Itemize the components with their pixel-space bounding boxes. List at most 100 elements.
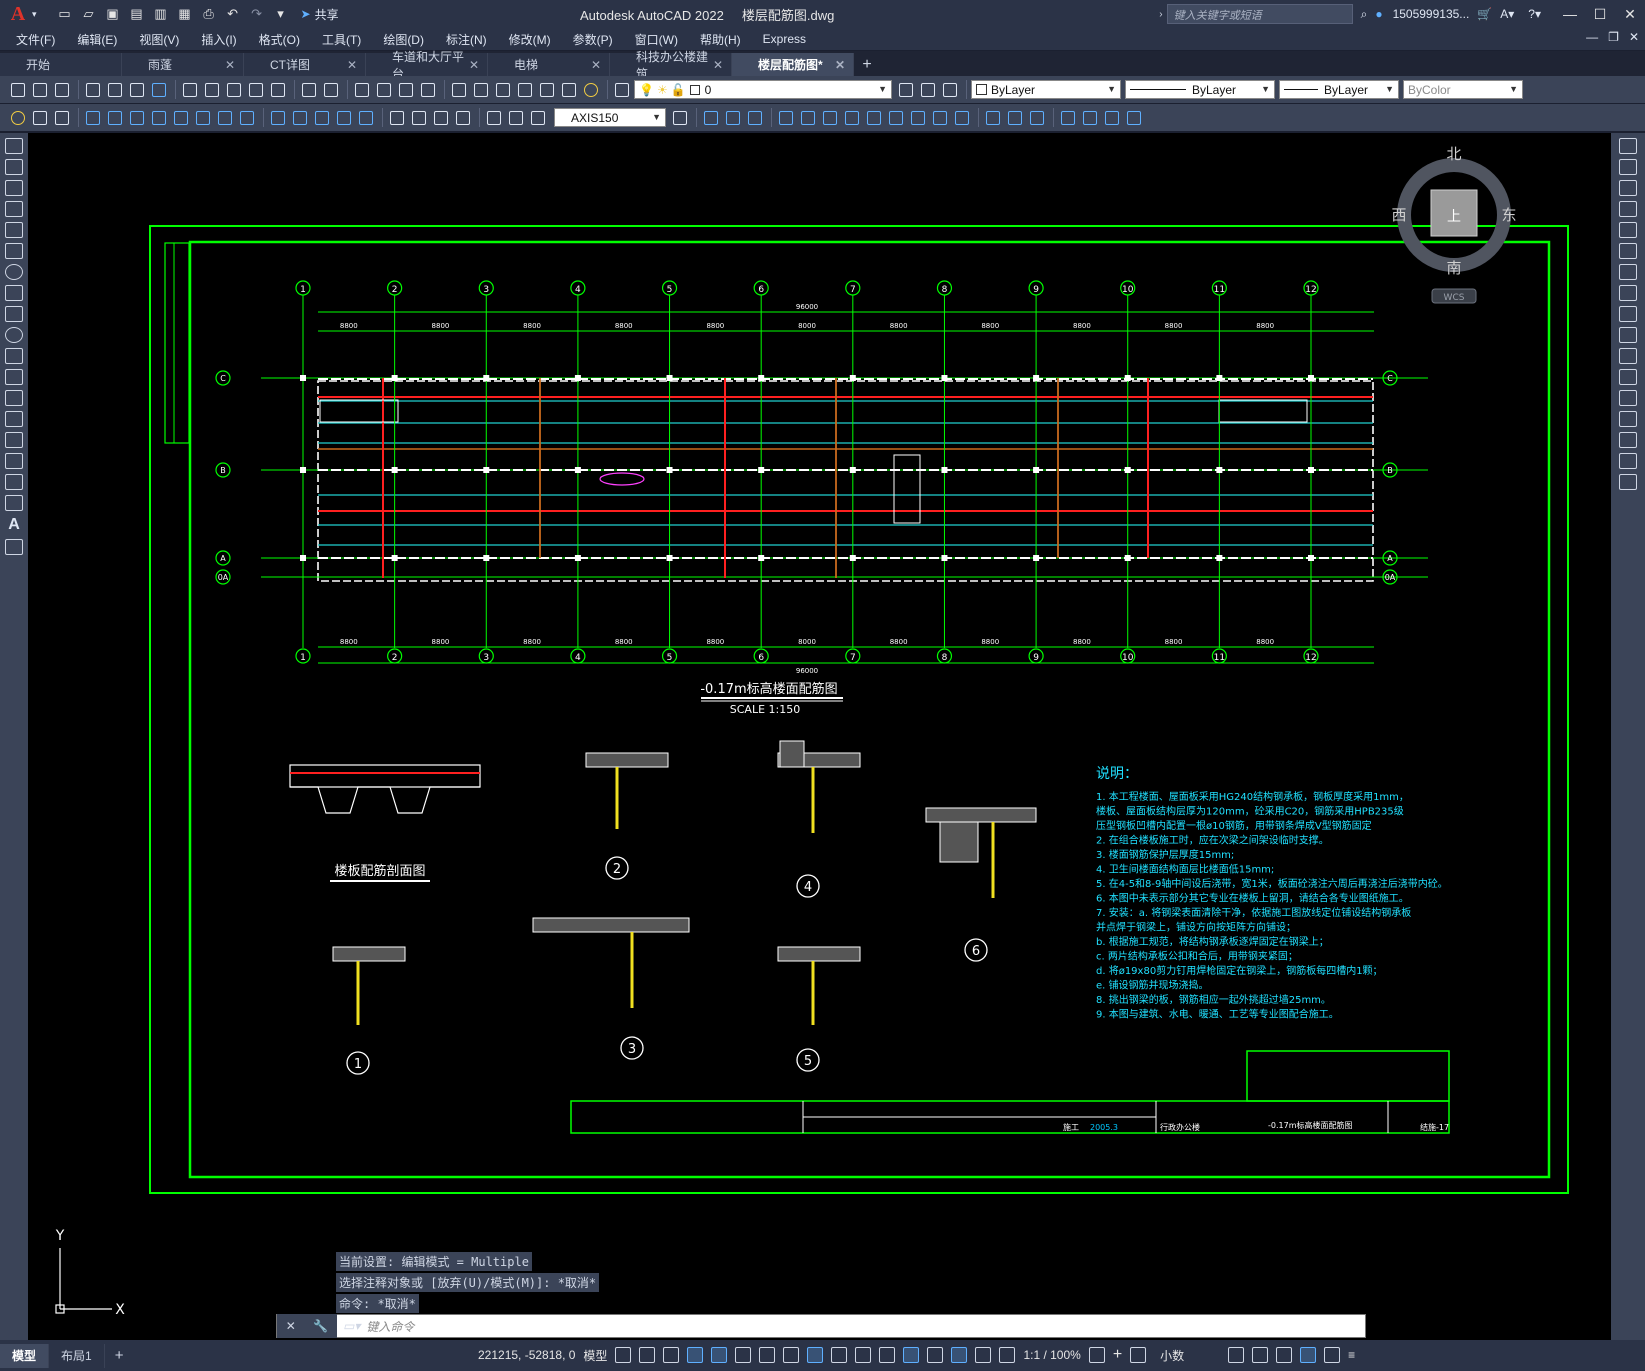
quickcalc-icon[interactable] (559, 80, 578, 99)
model-space-button[interactable]: 模型 (583, 1347, 607, 1364)
help-icon[interactable] (581, 80, 600, 99)
join-icon[interactable] (952, 108, 971, 127)
extend-icon[interactable] (1619, 348, 1637, 364)
add-layout-button[interactable]: + (105, 1347, 134, 1364)
baseline-dim-icon[interactable] (290, 108, 309, 127)
close-tab-icon[interactable]: ✕ (469, 58, 479, 72)
revision-cloud-icon[interactable] (5, 285, 23, 301)
properties-icon[interactable] (449, 80, 468, 99)
user-name[interactable]: 1505999135... (1393, 7, 1470, 21)
make-block-icon[interactable] (5, 390, 23, 406)
cart-icon[interactable]: 🛒 (1477, 7, 1492, 21)
chamfer-icon[interactable] (983, 108, 1002, 127)
layer-previous-icon[interactable] (918, 80, 937, 99)
doc-close-icon[interactable]: ✕ (1629, 30, 1639, 44)
viewcube-north[interactable]: 北 (1446, 145, 1461, 163)
stretch-icon[interactable] (1619, 306, 1637, 322)
new-file-icon[interactable]: ▭ (55, 4, 75, 24)
dimstyle-manager-icon[interactable] (670, 108, 689, 127)
erase-icon[interactable] (1619, 138, 1637, 154)
arc-length-icon[interactable] (127, 108, 146, 127)
units-value[interactable]: 小数 (1160, 1347, 1220, 1364)
array-icon[interactable] (1619, 222, 1637, 238)
circle-icon[interactable] (5, 264, 23, 280)
redo-icon[interactable]: ↷ (247, 4, 267, 24)
ellipse-arc-icon[interactable] (5, 348, 23, 364)
tab-ct-detail[interactable]: CT详图 ✕ (244, 53, 366, 76)
doc-restore-icon[interactable]: ❐ (1608, 30, 1619, 44)
construction-line-icon[interactable] (5, 159, 23, 175)
point-icon[interactable] (1124, 108, 1143, 127)
undo-icon[interactable] (299, 80, 318, 99)
tab-layout1[interactable]: 布局1 (49, 1343, 105, 1368)
array-icon[interactable] (776, 108, 795, 127)
share-button[interactable]: ➤ 共享 (301, 6, 339, 23)
gradient-icon[interactable] (5, 453, 23, 469)
match-properties-icon[interactable] (246, 80, 265, 99)
design-center-icon[interactable] (471, 80, 490, 99)
save-icon[interactable] (52, 80, 71, 99)
tab-model[interactable]: 模型 (0, 1343, 50, 1368)
block-editor-icon[interactable] (268, 80, 287, 99)
close-tab-icon[interactable]: ✕ (835, 58, 845, 72)
radius-dim-icon[interactable] (171, 108, 190, 127)
close-tab-icon[interactable]: ✕ (225, 58, 235, 72)
annotation-scale-value[interactable]: 1:1 / 100% (1023, 1348, 1080, 1362)
autodesk-app-icon[interactable]: A▾ (1500, 7, 1514, 21)
menu-edit[interactable]: 编辑(E) (66, 31, 128, 48)
redo-icon[interactable] (321, 80, 340, 99)
3d-print-icon[interactable] (149, 80, 168, 99)
close-tab-icon[interactable]: ✕ (347, 58, 357, 72)
quick-properties-icon[interactable] (1228, 1347, 1245, 1363)
annotation-scale-icon[interactable] (999, 1347, 1016, 1363)
spline-icon[interactable] (5, 306, 23, 322)
object-snap-icon[interactable] (807, 1347, 824, 1363)
copy-icon[interactable] (202, 80, 221, 99)
break-icon[interactable] (1619, 390, 1637, 406)
continue-dim-icon[interactable] (312, 108, 331, 127)
tab-driveway[interactable]: 车道和大厅平台 ✕ (366, 50, 488, 81)
doc-minimize-icon[interactable]: — (1586, 30, 1598, 44)
tolerance-icon[interactable] (387, 108, 406, 127)
hatch-icon[interactable] (5, 432, 23, 448)
close-button[interactable]: ✕ (1615, 0, 1645, 28)
cut-icon[interactable] (180, 80, 199, 99)
tool-palettes-icon[interactable] (493, 80, 512, 99)
trim-icon[interactable] (886, 108, 905, 127)
menu-parametric[interactable]: 参数(P) (562, 31, 624, 48)
pan-icon[interactable] (352, 80, 371, 99)
menu-view[interactable]: 视图(V) (128, 31, 190, 48)
ucs-dynamic-icon[interactable] (903, 1347, 920, 1363)
clean-screen-icon[interactable] (1324, 1347, 1341, 1363)
jogged-linear-icon[interactable] (453, 108, 472, 127)
copy-icon[interactable] (1619, 159, 1637, 175)
markup-icon[interactable] (537, 80, 556, 99)
angular-dim-icon[interactable] (237, 108, 256, 127)
object-snap-tracking-icon[interactable] (783, 1347, 800, 1363)
viewcube-south[interactable]: 南 (1446, 259, 1461, 277)
stretch-icon[interactable] (864, 108, 883, 127)
copy-object-icon[interactable] (701, 108, 720, 127)
center-mark-icon[interactable] (409, 108, 428, 127)
customization-menu-icon[interactable]: ≡ (1348, 1348, 1355, 1362)
viewcube-west[interactable]: 西 (1391, 206, 1406, 224)
blend-curves-icon[interactable] (1619, 474, 1637, 490)
jogged-dim-icon[interactable] (193, 108, 212, 127)
zoom-previous-icon[interactable] (418, 80, 437, 99)
close-tab-icon[interactable]: ✕ (591, 58, 601, 72)
rotate-icon[interactable] (1619, 264, 1637, 280)
publish-icon[interactable] (127, 80, 146, 99)
erase-icon[interactable] (1058, 108, 1077, 127)
zoom-realtime-icon[interactable] (374, 80, 393, 99)
linetype-dropdown[interactable]: ByLayer ▼ (1125, 80, 1275, 99)
menu-dimension[interactable]: 标注(N) (435, 31, 498, 48)
scale-icon[interactable] (842, 108, 861, 127)
menu-format[interactable]: 格式(O) (248, 31, 311, 48)
wcs-label[interactable]: WCS (1444, 293, 1465, 303)
menu-help[interactable]: 帮助(H) (689, 31, 752, 48)
search-input[interactable]: 键入关键字或短语 (1166, 4, 1353, 24)
command-input[interactable]: 键入命令 (366, 1318, 414, 1335)
drawing-canvas[interactable]: 1 1 2 2 3 3 4 4 5 5 6 6 7 7 8 8 9 9 10 10 11 11 12 12 8800 8800 8… (28, 133, 1611, 1340)
join-icon[interactable] (1619, 411, 1637, 427)
break-at-point-icon[interactable] (1619, 369, 1637, 385)
